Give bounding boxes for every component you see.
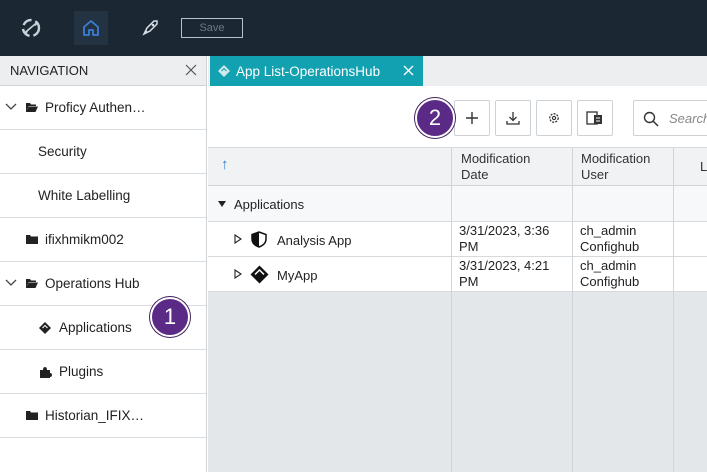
- nav-item-label: Security: [38, 144, 87, 159]
- table-row[interactable]: Analysis App 3/31/2023, 3:36 PM ch_admin…: [208, 222, 707, 257]
- group-label: Applications: [234, 197, 305, 212]
- nav-item-plugins[interactable]: Plugins: [0, 350, 206, 394]
- modification-date-line: PM: [459, 239, 479, 254]
- search-placeholder: Search: [669, 111, 707, 126]
- column-divider: [451, 148, 452, 472]
- nav-item-label: Applications: [59, 320, 132, 335]
- settings-button[interactable]: [536, 100, 572, 136]
- nav-item-white-labelling[interactable]: White Labelling: [0, 174, 206, 218]
- nav-item-ifixhmikm002[interactable]: ifixhmikm002: [0, 218, 206, 262]
- navigation-panel: NAVIGATION Proficy Authen… Security Whit…: [0, 56, 207, 472]
- column-header-line: User: [581, 167, 609, 182]
- chevron-down-icon[interactable]: [5, 277, 17, 289]
- search-box[interactable]: Search: [633, 100, 707, 136]
- nav-item-label: Plugins: [59, 364, 104, 379]
- column-header-modification-date[interactable]: Modification Date: [461, 151, 530, 183]
- nav-item-historian-ifix[interactable]: Historian_IFIX…: [0, 394, 206, 438]
- plus-icon: [466, 112, 478, 124]
- caret-down-icon[interactable]: [217, 199, 227, 209]
- nav-item-label: ifixhmikm002: [45, 232, 124, 247]
- modification-user-line: Confighub: [580, 274, 640, 289]
- tab-app-list-operationshub[interactable]: App List-OperationsHub: [210, 56, 423, 86]
- folder-open-icon: [26, 279, 38, 288]
- top-bar: Save: [0, 0, 707, 56]
- nav-item-proficy-authentication[interactable]: Proficy Authen…: [0, 86, 206, 130]
- toolbar: Search 2: [208, 86, 707, 148]
- nav-item-label: Proficy Authen…: [45, 100, 146, 115]
- tab-bar: App List-OperationsHub: [208, 56, 707, 86]
- export-icon: [586, 111, 602, 125]
- add-button[interactable]: [454, 100, 490, 136]
- save-button[interactable]: Save: [181, 18, 243, 38]
- folder-icon: [26, 411, 38, 420]
- group-row-applications[interactable]: Applications: [208, 186, 707, 222]
- close-tab-icon[interactable]: [402, 64, 415, 77]
- close-navigation-icon[interactable]: [184, 63, 198, 77]
- applications-icon: [39, 322, 51, 334]
- grid-header: ↑ Modification Date Modification User L: [208, 148, 707, 186]
- modification-user: ch_admin Confighub: [580, 223, 639, 255]
- column-header-line: Date: [461, 167, 489, 182]
- app-name: Analysis App: [277, 233, 352, 248]
- modification-user-line: ch_admin: [580, 223, 637, 238]
- navigation-header: NAVIGATION: [0, 56, 206, 86]
- logo-icon[interactable]: [14, 11, 48, 45]
- modification-date: 3/31/2023, 4:21 PM: [459, 258, 549, 290]
- column-divider: [572, 148, 573, 472]
- nav-item-label: White Labelling: [38, 188, 131, 203]
- download-icon: [506, 112, 520, 125]
- app-name: MyApp: [277, 268, 318, 283]
- table-row[interactable]: MyApp 3/31/2023, 4:21 PM ch_admin Config…: [208, 257, 707, 292]
- applications-icon: [250, 265, 269, 284]
- column-divider: [673, 148, 674, 472]
- puzzle-icon: [40, 367, 52, 378]
- sort-indicator[interactable]: ↑: [221, 157, 229, 173]
- nav-item-label: Operations Hub: [45, 276, 140, 291]
- modification-date: 3/31/2023, 3:36 PM: [459, 223, 549, 255]
- nav-item-security[interactable]: Security: [0, 130, 206, 174]
- modification-user-line: Confighub: [580, 239, 640, 254]
- navigation-title: NAVIGATION: [10, 63, 89, 78]
- modification-user-line: ch_admin: [580, 258, 637, 273]
- shield-icon: [251, 231, 267, 248]
- modification-date-line: 3/31/2023, 4:21: [459, 258, 550, 273]
- applications-icon: [218, 65, 230, 77]
- tab-label: App List-OperationsHub: [236, 63, 381, 79]
- callout-one: 1: [150, 297, 190, 337]
- gear-icon: [549, 113, 559, 123]
- home-icon[interactable]: [74, 11, 108, 45]
- search-icon: [643, 111, 659, 127]
- export-button[interactable]: [577, 100, 613, 136]
- app-list-content: Search 2 ↑ Modification Date Modificatio…: [208, 86, 707, 472]
- chevron-down-icon[interactable]: [5, 101, 17, 113]
- column-header-modification-user[interactable]: Modification User: [581, 151, 650, 183]
- app-window: Save NAVIGATION Proficy Authen… Security…: [0, 0, 707, 472]
- folder-open-icon: [26, 103, 38, 112]
- callout-two: 2: [415, 98, 455, 138]
- folder-icon: [26, 235, 38, 244]
- caret-right-icon[interactable]: [233, 269, 243, 279]
- column-header-line: Modification: [461, 151, 531, 166]
- modification-date-line: 3/31/2023, 3:36: [459, 223, 550, 238]
- column-header-line: L: [700, 159, 707, 174]
- download-button[interactable]: [495, 100, 531, 136]
- app-list-grid: ↑ Modification Date Modification User L …: [208, 148, 707, 472]
- caret-right-icon[interactable]: [233, 234, 243, 244]
- modification-date-line: PM: [459, 274, 479, 289]
- rocket-icon[interactable]: [133, 11, 167, 45]
- modification-user: ch_admin Confighub: [580, 258, 639, 290]
- column-header-truncated[interactable]: L: [700, 159, 707, 175]
- column-header-line: Modification: [581, 151, 651, 166]
- nav-item-label: Historian_IFIX…: [45, 408, 145, 423]
